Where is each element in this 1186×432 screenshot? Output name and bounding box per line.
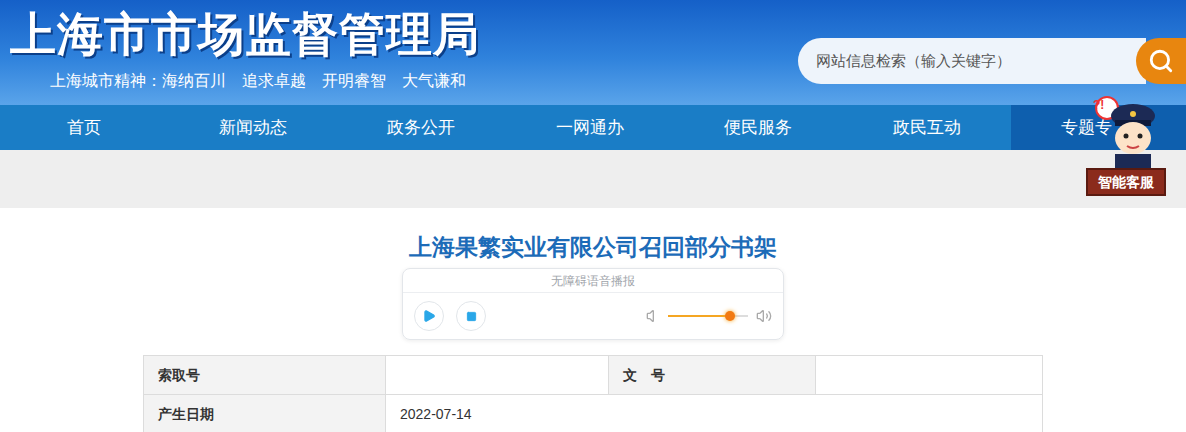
table-row: 索取号 文 号: [144, 356, 1043, 395]
search-box[interactable]: 网站信息检索（输入关键字）: [798, 38, 1146, 84]
site-title: 上海市市场监督管理局: [10, 4, 480, 64]
table-value: [816, 356, 1043, 395]
article: 上海果繁实业有限公司召回部分书架无障碍语音播报索取号文 号产生日期2022-07…: [0, 208, 1186, 432]
table-label: 产生日期: [144, 395, 386, 432]
search-button[interactable]: [1136, 38, 1186, 84]
assistant-widget[interactable]: ?! 智能客服: [1084, 94, 1168, 196]
stop-icon: [466, 311, 477, 322]
table-label: 索取号: [144, 356, 386, 395]
main-nav: 首页新闻动态政务公开一网通办便民服务政民互动专题专: [0, 105, 1186, 150]
audio-player: 无障碍语音播报: [402, 268, 784, 340]
nav-item[interactable]: 政务公开: [337, 105, 506, 150]
table-row: 产生日期2022-07-14: [144, 395, 1043, 432]
nav-item[interactable]: 首页: [0, 105, 169, 150]
table-value: 2022-07-14: [386, 395, 1043, 432]
play-icon: [422, 309, 436, 323]
assistant-badge: ?!: [1093, 98, 1104, 112]
table-label: 文 号: [609, 356, 816, 395]
nav-item[interactable]: 一网通办: [506, 105, 675, 150]
player-label: 无障碍语音播报: [403, 269, 783, 293]
assistant-label: 智能客服: [1086, 168, 1166, 196]
search-placeholder: 网站信息检索（输入关键字）: [816, 50, 1011, 73]
play-button[interactable]: [414, 301, 444, 331]
grey-band: [0, 150, 1186, 208]
nav-item[interactable]: 新闻动态: [169, 105, 338, 150]
search-icon: [1148, 48, 1174, 74]
site-header: 上海市市场监督管理局上海城市精神：海纳百川 追求卓越 开明睿智 大气谦和 网站信息…: [0, 0, 1186, 105]
volume-low-icon: [646, 308, 662, 324]
nav-item[interactable]: 政民互动: [843, 105, 1012, 150]
volume-high-icon: [756, 308, 772, 324]
volume-slider[interactable]: [668, 315, 748, 317]
stop-button[interactable]: [456, 301, 486, 331]
info-table: 索取号文 号产生日期2022-07-14: [143, 355, 1043, 432]
page: 上海市市场监督管理局上海城市精神：海纳百川 追求卓越 开明睿智 大气谦和 网站信息…: [0, 0, 1186, 432]
article-title: 上海果繁实业有限公司召回部分书架: [409, 232, 777, 262]
nav-item[interactable]: 便民服务: [674, 105, 843, 150]
table-value: [386, 356, 609, 395]
site-slogan: 上海城市精神：海纳百川 追求卓越 开明睿智 大气谦和: [10, 70, 480, 92]
